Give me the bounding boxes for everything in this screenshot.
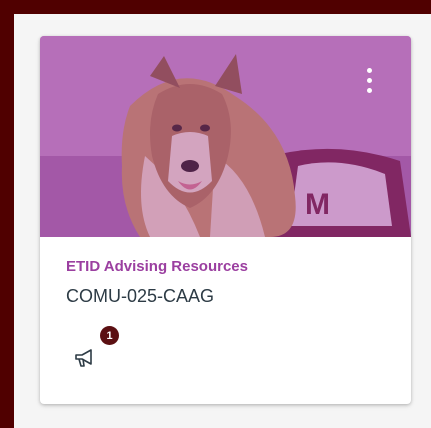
course-title-link[interactable]: ETID Advising Resources xyxy=(66,258,248,275)
unread-count-badge: 1 xyxy=(100,326,119,345)
page-frame-top xyxy=(0,0,431,14)
course-options-button[interactable] xyxy=(357,62,381,98)
announcements-button[interactable]: 1 xyxy=(70,326,120,370)
kebab-menu-icon-dot xyxy=(366,67,372,73)
page-frame-left xyxy=(0,0,14,428)
svg-text:M: M xyxy=(305,188,330,221)
kebab-menu-icon-dot xyxy=(366,87,372,93)
course-code: COMU-025-CAAG xyxy=(66,286,215,306)
kebab-menu-icon-dot xyxy=(366,77,372,83)
collie-mascot-image: M xyxy=(40,36,411,237)
course-card-hero[interactable]: M xyxy=(40,36,411,237)
megaphone-icon xyxy=(75,349,92,367)
course-card[interactable]: M ETID Advising Resources COMU-025-CAAG xyxy=(40,36,411,404)
